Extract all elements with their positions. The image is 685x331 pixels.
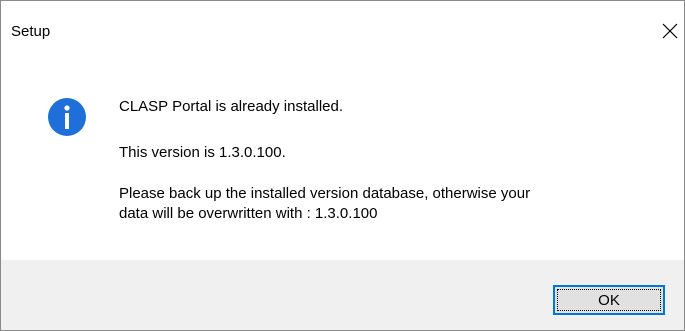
- info-icon: [48, 98, 86, 136]
- message-version: This version is 1.3.0.100.: [119, 144, 286, 161]
- close-icon: [662, 23, 678, 39]
- message-area: CLASP Portal is already installed. This …: [1, 63, 684, 260]
- close-button[interactable]: [656, 13, 684, 49]
- ok-button[interactable]: OK: [553, 285, 665, 315]
- button-bar: OK: [1, 260, 684, 330]
- message-backup-warning-line2: data will be overwritten with : 1.3.0.10…: [119, 205, 378, 222]
- window-title: Setup: [11, 23, 51, 40]
- setup-dialog: Setup CLASP Portal is already installed.…: [0, 0, 685, 331]
- ok-button-label: OK: [598, 291, 620, 309]
- title-bar: Setup: [1, 1, 684, 63]
- message-installed: CLASP Portal is already installed.: [119, 98, 344, 115]
- message-backup-warning-line1: Please back up the installed version dat…: [119, 185, 531, 202]
